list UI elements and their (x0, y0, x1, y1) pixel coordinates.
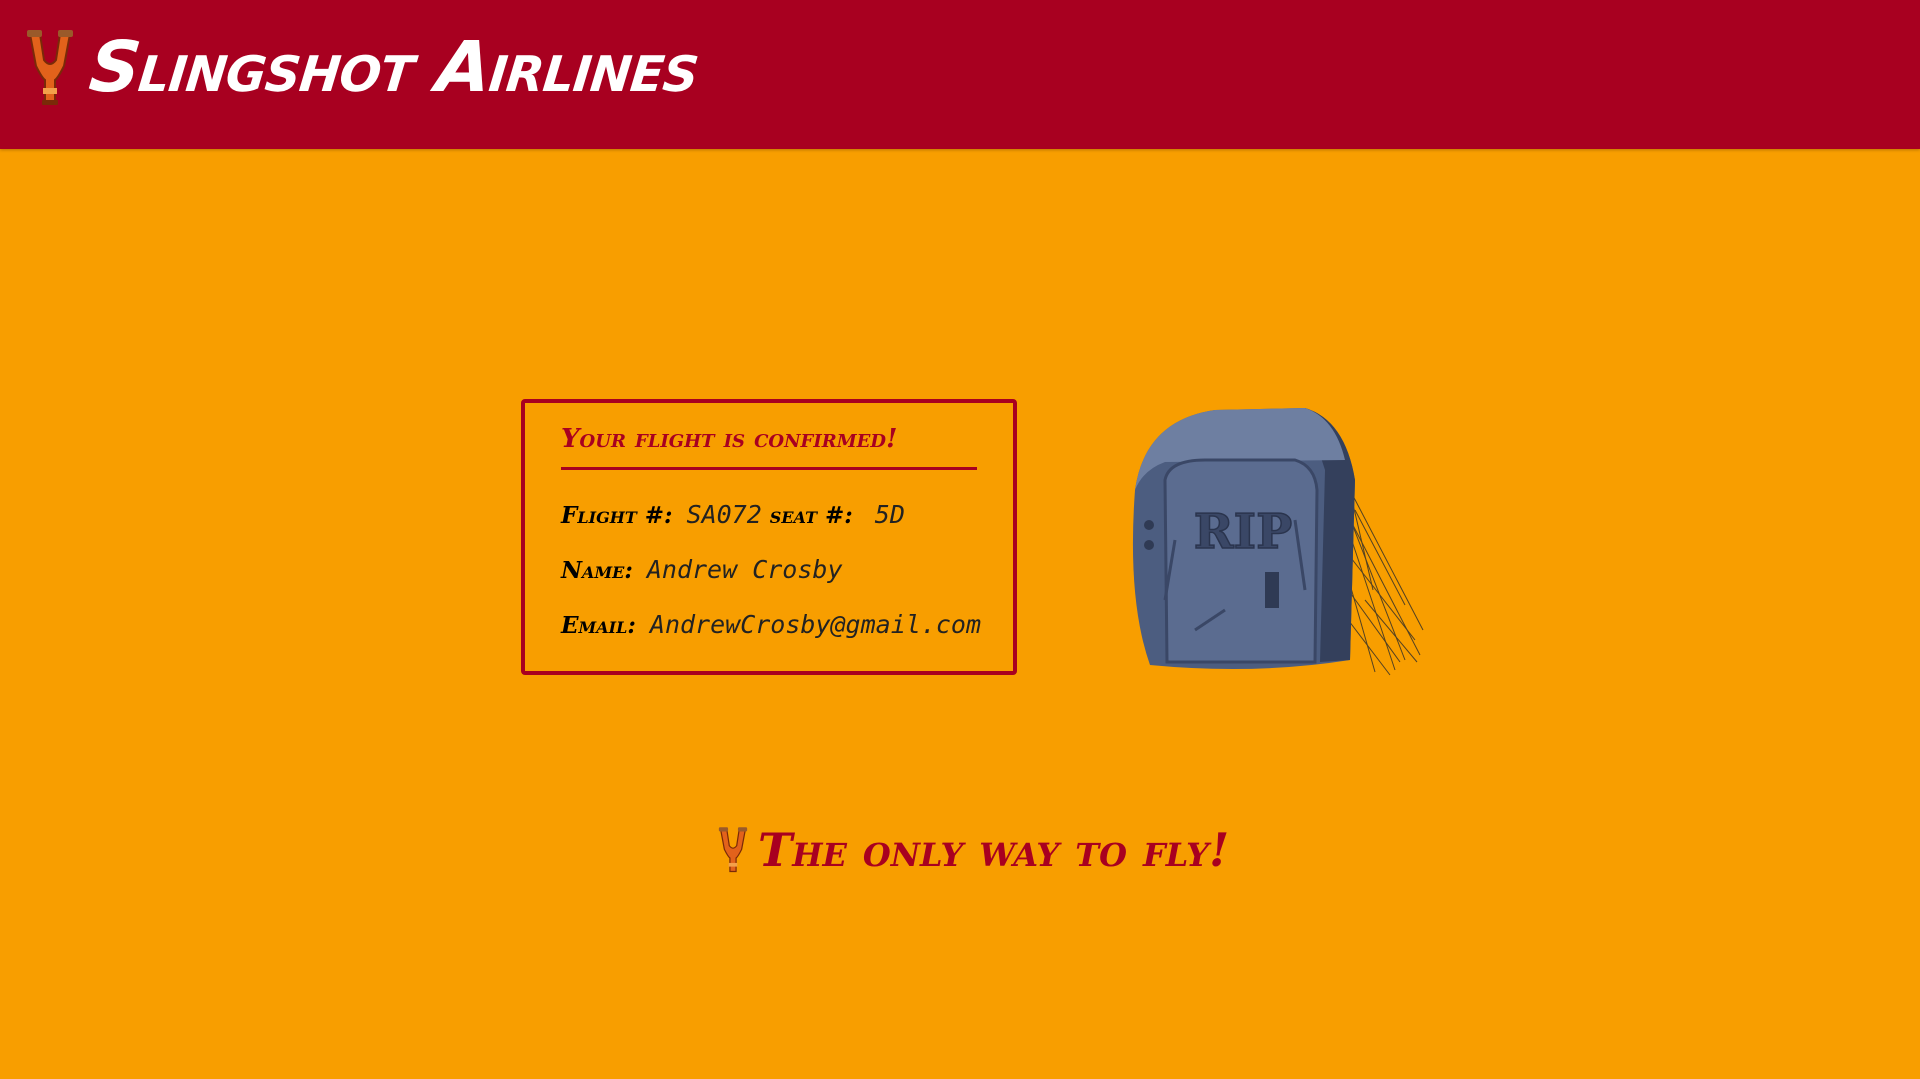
tagline-text: The only way to fly! (758, 823, 1230, 877)
brand-logo[interactable]: Slingshot Airlines (24, 26, 703, 108)
seat-value: 5D (874, 499, 905, 529)
footer-tagline: The only way to fly! (716, 826, 1229, 874)
seat-label: seat #: (769, 501, 853, 529)
email-label: Email: (561, 611, 636, 639)
email-value: AndrewCrosby@gmail.com (649, 609, 982, 639)
site-header: Slingshot Airlines (0, 0, 1920, 149)
email-row: Email: AndrewCrosby@gmail.com (561, 610, 981, 639)
tombstone-text: RIP (1194, 504, 1292, 560)
flight-row: Flight #: SA072 seat #: 5D (561, 500, 977, 529)
slingshot-icon (27, 30, 73, 105)
confirmation-title: Your flight is confirmed! (561, 423, 977, 470)
name-row: Name: Andrew Crosby (561, 555, 977, 584)
name-label: Name: (561, 556, 633, 584)
brand-title: Slingshot Airlines (85, 26, 703, 108)
confirmation-card: Your flight is confirmed! Flight #: SA07… (521, 399, 1017, 675)
slingshot-icon (718, 827, 748, 873)
flight-value: SA072 (686, 499, 762, 529)
name-value: Andrew Crosby (646, 554, 843, 584)
tombstone-icon: RIP (1132, 408, 1424, 676)
flight-label: Flight #: (561, 501, 673, 529)
